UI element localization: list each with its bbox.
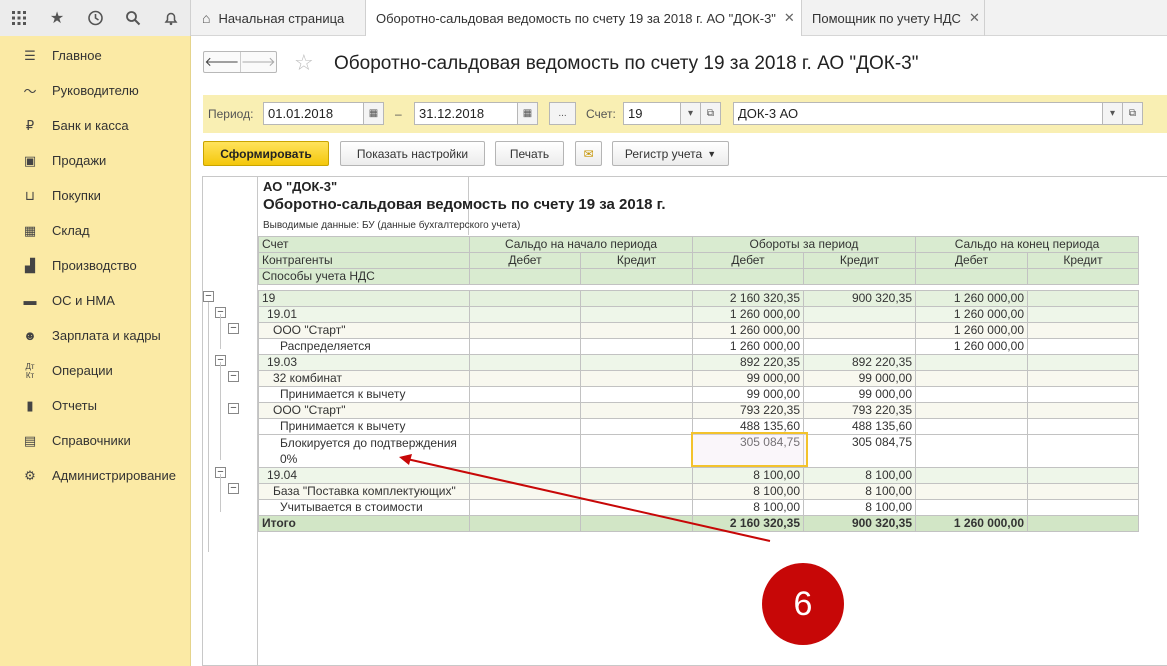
forward-button[interactable]: 🡒 <box>241 52 277 72</box>
apps-grid-icon[interactable] <box>0 0 38 36</box>
collapse-icon[interactable]: − <box>228 323 239 334</box>
dt-kt-icon: Дт Кт <box>25 361 35 380</box>
chevron-down-icon[interactable]: ▾ <box>1102 102 1123 125</box>
people-icon: ☻ <box>23 328 37 343</box>
top-icons: ★ <box>0 0 191 36</box>
search-icon[interactable] <box>114 0 152 36</box>
close-tab-icon[interactable]: ✕ <box>784 10 795 26</box>
period-dash: – <box>395 107 402 121</box>
top-bar: ★ ⌂ Начальная страница Оборотно-сальдова… <box>0 0 1167 37</box>
arrow-right-icon: 🡒 <box>240 54 276 69</box>
nav-buttons: 🡐 🡒 <box>203 51 277 73</box>
table-row[interactable]: Распределяется 1 260 000,00 1 260 000,00 <box>258 338 1139 355</box>
table-row[interactable]: 19.03 892 220,35 892 220,35 <box>258 354 1139 371</box>
report-org: АО "ДОК-3" <box>263 179 338 194</box>
table-row[interactable]: Принимается к вычету 99 000,00 99 000,00 <box>258 386 1139 403</box>
sidebar-item-reports[interactable]: ▮ Отчеты <box>0 388 190 423</box>
sidebar-item-admin[interactable]: ⚙ Администрирование <box>0 458 190 493</box>
table-row[interactable]: 19.01 1 260 000,00 1 260 000,00 <box>258 306 1139 323</box>
table-row[interactable]: 19.04 8 100,00 8 100,00 <box>258 467 1139 484</box>
register-button[interactable]: Регистр учета ▼ <box>612 141 729 166</box>
header-row: Способы учета НДС <box>258 268 1139 285</box>
sidebar-item-production[interactable]: ▟ Производство <box>0 248 190 283</box>
chevron-down-icon[interactable]: ▾ <box>680 102 701 125</box>
truck-icon: ▬ <box>23 293 37 308</box>
header-row: Контрагенты Дебет Кредит Дебет Кредит Де… <box>258 252 1139 269</box>
book-icon: ▤ <box>23 432 37 448</box>
open-icon[interactable]: ⧉ <box>1122 102 1143 125</box>
organization-input[interactable]: ДОК-3 АО <box>733 102 1103 125</box>
report-title: Оборотно-сальдовая ведомость по счету 19… <box>263 196 666 213</box>
table-row[interactable]: Учитывается в стоимости 8 100,00 8 100,00 <box>258 499 1139 516</box>
total-row[interactable]: Итого 2 160 320,35 900 320,35 1 260 000,0… <box>258 515 1139 532</box>
collapse-icon[interactable]: − <box>228 371 239 382</box>
sidebar-item-assets[interactable]: ▬ ОС и НМА <box>0 283 190 318</box>
ruble-icon: ₽ <box>25 117 35 133</box>
shopping-bag-icon: ▣ <box>23 152 37 168</box>
arrow-left-icon: 🡐 <box>204 54 240 69</box>
favorites-star-icon[interactable]: ★ <box>38 0 76 36</box>
table-row[interactable]: ООО "Старт" 1 260 000,00 1 260 000,00 <box>258 322 1139 339</box>
sidebar-item-manager[interactable]: 〜 Руководителю <box>0 73 190 108</box>
chart-line-icon: 〜 <box>23 84 37 99</box>
table-row[interactable]: ООО "Старт" 793 220,35 793 220,35 <box>258 402 1139 419</box>
bar-chart-icon: ▮ <box>26 397 34 413</box>
filter-bar: Период: 01.01.2018 ▦ – 31.12.2018 ▦ ... … <box>203 95 1167 133</box>
home-icon: ⌂ <box>202 10 211 26</box>
highlight-box <box>691 432 808 467</box>
date-from-input[interactable]: 01.01.2018 <box>263 102 364 125</box>
tab-vat-assistant[interactable]: Помощник по учету НДС ✕ <box>802 0 985 36</box>
annotation-badge: 6 <box>762 563 844 645</box>
calendar-icon[interactable]: ▦ <box>363 102 384 125</box>
print-button[interactable]: Печать <box>495 141 564 166</box>
close-tab-icon[interactable]: ✕ <box>969 10 980 26</box>
main-content: 🡐 🡒 ☆ Оборотно-сальдовая ведомость по сч… <box>192 36 1167 666</box>
account-label: Счет: <box>586 107 616 121</box>
collapse-icon[interactable]: − <box>203 291 214 302</box>
period-select-button[interactable]: ... <box>549 102 576 125</box>
tab-home[interactable]: ⌂ Начальная страница <box>192 0 366 36</box>
generate-button[interactable]: Сформировать <box>203 141 329 166</box>
sidebar-item-purchases[interactable]: ⊔ Покупки <box>0 178 190 213</box>
sidebar-item-operations[interactable]: Дт Кт Операции <box>0 353 190 388</box>
bell-icon[interactable] <box>152 0 190 36</box>
chevron-down-icon: ▼ <box>707 148 717 159</box>
sidebar-item-warehouse[interactable]: ▦ Склад <box>0 213 190 248</box>
collapse-icon[interactable]: − <box>228 483 239 494</box>
favorite-star-icon[interactable]: ☆ <box>294 50 314 76</box>
calendar-icon[interactable]: ▦ <box>517 102 538 125</box>
sidebar-item-bank[interactable]: ₽ Банк и касса <box>0 108 190 143</box>
report-table: Счет Сальдо на начало периода Обороты за… <box>258 236 1139 532</box>
gear-icon: ⚙ <box>24 467 36 483</box>
header-row: Счет Сальдо на начало периода Обороты за… <box>258 236 1139 253</box>
account-input[interactable]: 19 <box>623 102 681 125</box>
table-row[interactable]: 32 комбинат 99 000,00 99 000,00 <box>258 370 1139 387</box>
collapse-icon[interactable]: − <box>228 403 239 414</box>
period-label: Период: <box>208 107 254 121</box>
sidebar-item-salary[interactable]: ☻ Зарплата и кадры <box>0 318 190 353</box>
page-title: Оборотно-сальдовая ведомость по счету 19… <box>334 53 919 74</box>
report-area: АО "ДОК-3" Оборотно-сальдовая ведомость … <box>202 176 1167 666</box>
cart-icon: ⊔ <box>24 187 36 203</box>
open-icon[interactable]: ⧉ <box>700 102 721 125</box>
sidebar-item-directories[interactable]: ▤ Справочники <box>0 423 190 458</box>
sidebar: ☰ Главное 〜 Руководителю ₽ Банк и касса ▣ Пр… <box>0 36 191 666</box>
back-button[interactable]: 🡐 <box>204 52 241 72</box>
date-to-input[interactable]: 31.12.2018 <box>414 102 518 125</box>
sidebar-item-main[interactable]: ☰ Главное <box>0 38 190 73</box>
factory-icon: ▟ <box>25 257 35 273</box>
table-row[interactable]: База "Поставка комплектующих" 8 100,00 8 … <box>258 483 1139 500</box>
menu-icon: ☰ <box>24 47 36 63</box>
email-icon[interactable]: ✉ <box>575 141 602 166</box>
warehouse-icon: ▦ <box>23 222 37 238</box>
table-row[interactable]: 19 2 160 320,35 900 320,35 1 260 000,00 <box>258 290 1139 307</box>
tab-report[interactable]: Оборотно-сальдовая ведомость по счету 19… <box>366 0 802 37</box>
history-icon[interactable] <box>76 0 114 36</box>
sidebar-item-sales[interactable]: ▣ Продажи <box>0 143 190 178</box>
report-output: Выводимые данные: БУ (данные бухгалтерск… <box>263 220 521 231</box>
show-settings-button[interactable]: Показать настройки <box>340 141 485 166</box>
